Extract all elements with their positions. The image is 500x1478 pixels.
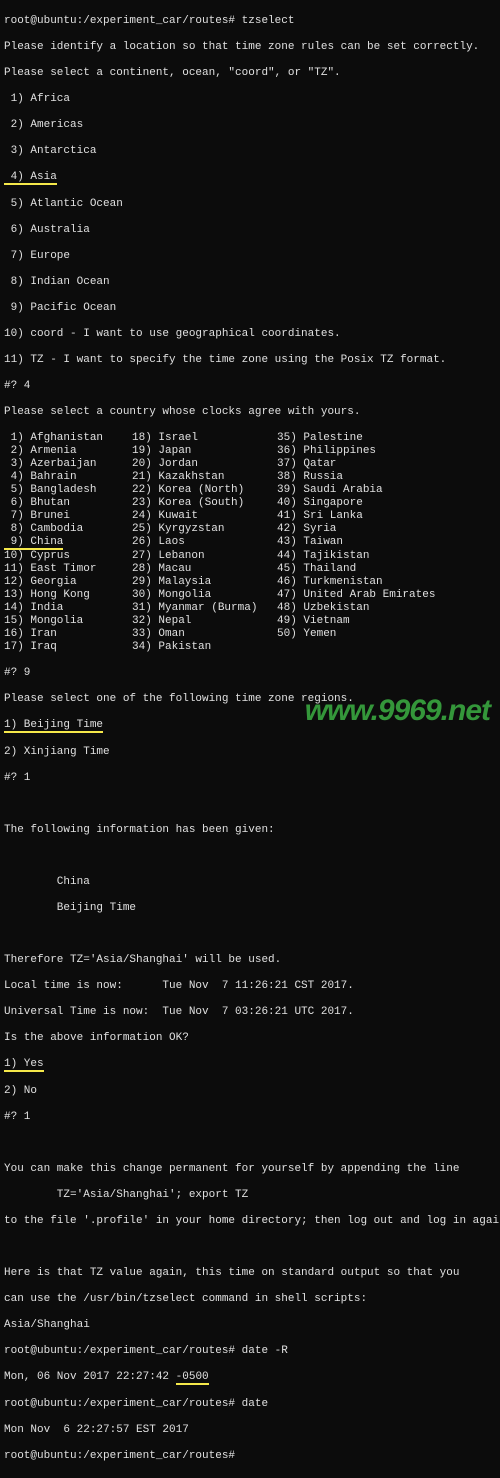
country-row: 8) Cambodia25) Kyrgyzstan42) Syria [4,523,496,536]
country-row: 17) Iraq34) Pakistan [4,641,496,654]
intro-line: Please select a continent, ocean, "coord… [4,67,496,80]
std-line: can use the /usr/bin/tzselect command in… [4,1293,496,1306]
continent-option: 10) coord - I want to use geographical c… [4,328,496,341]
continent-option: 3) Antarctica [4,145,496,158]
country-row: 1) Afghanistan18) Israel35) Palestine [4,432,496,445]
country-row: 7) Brunei24) Kuwait41) Sri Lanka [4,510,496,523]
country-row: 3) Azerbaijan20) Jordan37) Qatar [4,458,496,471]
confirm-option-yes: 1) Yes [4,1058,496,1072]
country-row: 5) Bangladesh22) Korea (North)39) Saudi … [4,484,496,497]
answer-line: #? 4 [4,380,496,393]
country-row: 11) East Timor28) Macau45) Thailand [4,563,496,576]
continent-option: 1) Africa [4,93,496,106]
blank-line [4,850,496,863]
answer-line: #? 1 [4,772,496,785]
prompt-line: root@ubuntu:/experiment_car/routes# tzse… [4,15,496,28]
prompt-line: root@ubuntu:/experiment_car/routes# [4,1450,496,1463]
terminal-output[interactable]: root@ubuntu:/experiment_car/routes# tzse… [0,0,500,1478]
country-row: 4) Bahrain21) Kazakhstan38) Russia [4,471,496,484]
country-prompt: Please select a country whose clocks agr… [4,406,496,419]
info-line: China [4,876,496,889]
local-time: Local time is now: Tue Nov 7 11:26:21 CS… [4,980,496,993]
country-row: 6) Bhutan23) Korea (South)40) Singapore [4,497,496,510]
country-row: 14) India31) Myanmar (Burma)48) Uzbekist… [4,602,496,615]
std-line: Asia/Shanghai [4,1319,496,1332]
perm-line: to the file '.profile' in your home dire… [4,1215,496,1228]
country-row: 15) Mongolia32) Nepal49) Vietnam [4,615,496,628]
date-output: Mon, 06 Nov 2017 22:27:42 -0500 [4,1371,496,1385]
confirm-option: 2) No [4,1085,496,1098]
blank-line [4,798,496,811]
answer-line: #? 9 [4,667,496,680]
std-line: Here is that TZ value again, this time o… [4,1267,496,1280]
confirm-question: Is the above information OK? [4,1032,496,1045]
country-row: 12) Georgia29) Malaysia46) Turkmenistan [4,576,496,589]
perm-line: TZ='Asia/Shanghai'; export TZ [4,1189,496,1202]
region-option: 2) Xinjiang Time [4,746,496,759]
watermark-text: www.9969.net [305,704,490,717]
continent-option: 6) Australia [4,224,496,237]
country-row: 16) Iran33) Oman50) Yemen [4,628,496,641]
country-row: 10) Cyprus27) Lebanon44) Tajikistan [4,550,496,563]
intro-line: Please identify a location so that time … [4,41,496,54]
country-row: 13) Hong Kong30) Mongolia47) United Arab… [4,589,496,602]
continent-option: 5) Atlantic Ocean [4,198,496,211]
tz-line: Therefore TZ='Asia/Shanghai' will be use… [4,954,496,967]
perm-line: You can make this change permanent for y… [4,1163,496,1176]
continent-option: 9) Pacific Ocean [4,302,496,315]
answer-line: #? 1 [4,1111,496,1124]
date-output: Mon Nov 6 22:27:57 EST 2017 [4,1424,496,1437]
prompt-line: root@ubuntu:/experiment_car/routes# date… [4,1345,496,1358]
continent-option: 2) Americas [4,119,496,132]
prompt-line: root@ubuntu:/experiment_car/routes# date [4,1398,496,1411]
country-row: 2) Armenia19) Japan36) Philippines [4,445,496,458]
country-row: 9) China26) Laos43) Taiwan [4,536,496,550]
blank-line [4,1241,496,1254]
info-header: The following information has been given… [4,824,496,837]
blank-line [4,1137,496,1150]
continent-option: 8) Indian Ocean [4,276,496,289]
blank-line [4,928,496,941]
utc-time: Universal Time is now: Tue Nov 7 03:26:2… [4,1006,496,1019]
continent-option: 7) Europe [4,250,496,263]
continent-option: 11) TZ - I want to specify the time zone… [4,354,496,367]
info-line: Beijing Time [4,902,496,915]
continent-option-asia: 4) Asia [4,171,496,185]
